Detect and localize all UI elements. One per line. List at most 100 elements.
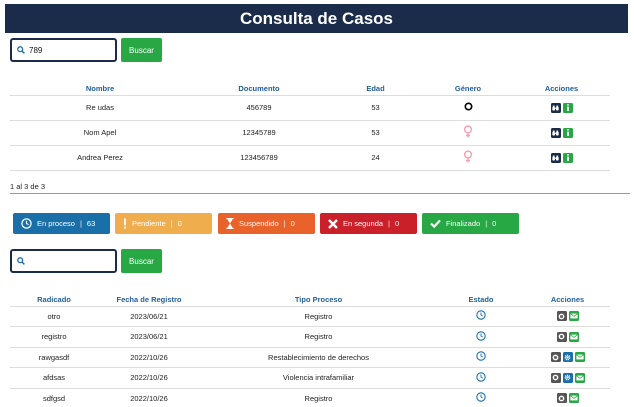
cell-fecha: 2022/10/26 (98, 388, 200, 407)
status-filter-3[interactable]: En segunda | 0 (320, 213, 417, 234)
case-search-input[interactable] (29, 256, 109, 266)
envelope-icon (569, 334, 578, 340)
exclamation-icon (123, 218, 127, 229)
cell-fecha: 2023/06/21 (98, 306, 200, 327)
search-icon (17, 46, 25, 54)
envelope-button[interactable] (574, 352, 585, 363)
status-filter-1[interactable]: Pendiente | 0 (115, 213, 212, 234)
search-icon (17, 257, 25, 265)
status-filter-4[interactable]: Finalizado | 0 (422, 213, 519, 234)
column-header[interactable]: Documento (190, 83, 328, 96)
status-label: Finalizado (446, 219, 481, 228)
envelope-button[interactable] (568, 311, 579, 322)
column-header[interactable]: Edad (328, 83, 423, 96)
info-button[interactable] (562, 127, 573, 138)
file-icon (558, 395, 565, 402)
column-header[interactable]: Fecha de Registro (98, 294, 200, 307)
column-header: Acciones (513, 83, 610, 96)
file-button[interactable] (556, 331, 567, 342)
check-icon (430, 219, 441, 228)
binoculars-button[interactable] (550, 152, 561, 163)
table-row: Nom Apel 12345789 53 (10, 120, 610, 146)
case-search-button[interactable]: Buscar (121, 249, 162, 273)
envelope-icon (575, 375, 584, 381)
info-icon (566, 154, 570, 161)
clock-icon (476, 331, 486, 341)
status-count: 0 (492, 219, 497, 228)
table-row: afdsas 2022/10/26 Violencia intrafamiliar (10, 367, 610, 389)
cell-radicado: afdsas (10, 367, 98, 389)
column-header[interactable]: Estado (437, 294, 525, 307)
file-button[interactable] (556, 393, 567, 404)
column-header[interactable]: Nombre (10, 83, 190, 96)
gear-button[interactable] (562, 352, 573, 363)
person-search-box[interactable] (10, 38, 117, 62)
table-row: sdfgsd 2022/10/26 Registro (10, 388, 610, 407)
info-button[interactable] (562, 152, 573, 163)
file-icon (552, 374, 559, 381)
clock-icon (476, 392, 486, 402)
cell-radicado: sdfgsd (10, 388, 98, 407)
column-header: Acciones (525, 294, 610, 307)
cell-radicado: rawgasdf (10, 347, 98, 368)
binoculars-icon (552, 130, 559, 136)
gear-icon (564, 354, 571, 361)
status-label: Suspendido (239, 219, 279, 228)
pagination-info: 1 al 3 de 3 (10, 182, 46, 191)
hourglass-icon (226, 218, 234, 229)
cell-edad: 53 (328, 95, 423, 121)
row-actions (556, 393, 579, 404)
table-row: Andrea Perez 123456789 24 (10, 145, 610, 171)
persons-table: Nombre Documento Edad Género Acciones Re… (10, 83, 610, 171)
gear-button[interactable] (562, 372, 573, 383)
x-icon (328, 218, 338, 229)
file-button[interactable] (550, 352, 561, 363)
cell-fecha: 2023/06/21 (98, 326, 200, 348)
file-icon (558, 313, 565, 320)
envelope-icon (575, 354, 584, 360)
column-header[interactable]: Género (423, 83, 513, 96)
row-actions (556, 311, 579, 322)
column-header[interactable]: Radicado (10, 294, 98, 307)
cell-edad: 53 (328, 120, 423, 146)
gear-icon (564, 374, 571, 381)
envelope-button[interactable] (568, 331, 579, 342)
separator: | (283, 219, 286, 228)
status-filter-2[interactable]: Suspendido | 0 (218, 213, 315, 234)
clock-icon (476, 351, 486, 361)
page-title: Consulta de Casos (239, 8, 394, 28)
envelope-icon (569, 395, 578, 401)
person-search-input[interactable] (29, 45, 109, 55)
separator: | (485, 219, 488, 228)
binoculars-button[interactable] (550, 102, 561, 113)
case-search-box[interactable] (10, 249, 117, 273)
info-icon (566, 129, 570, 136)
table-row: otro 2023/06/21 Registro (10, 306, 610, 327)
column-header[interactable]: Tipo Proceso (200, 294, 437, 307)
envelope-icon (569, 313, 578, 319)
cell-tipo: Violencia intrafamiliar (200, 367, 437, 389)
cell-nombre: Nom Apel (10, 120, 190, 146)
row-actions (550, 152, 573, 163)
status-filter-0[interactable]: En proceso | 63 (13, 213, 110, 234)
binoculars-button[interactable] (550, 127, 561, 138)
cell-documento: 123456789 (190, 145, 328, 171)
person-search-button[interactable]: Buscar (121, 38, 162, 62)
separator: | (170, 219, 173, 228)
cell-radicado: otro (10, 306, 98, 327)
envelope-button[interactable] (574, 372, 585, 383)
row-actions (556, 331, 579, 342)
status-label: Pendiente (132, 219, 166, 228)
envelope-button[interactable] (568, 393, 579, 404)
row-actions (550, 102, 573, 113)
clock-icon (21, 218, 32, 229)
status-count: 63 (86, 219, 96, 228)
female-icon (463, 125, 473, 138)
file-button[interactable] (556, 311, 567, 322)
table-row: registro 2023/06/21 Registro (10, 326, 610, 348)
status-count: 0 (177, 219, 182, 228)
cell-tipo: Registro (200, 306, 437, 327)
file-button[interactable] (550, 372, 561, 383)
info-button[interactable] (562, 102, 573, 113)
row-actions (550, 372, 585, 383)
